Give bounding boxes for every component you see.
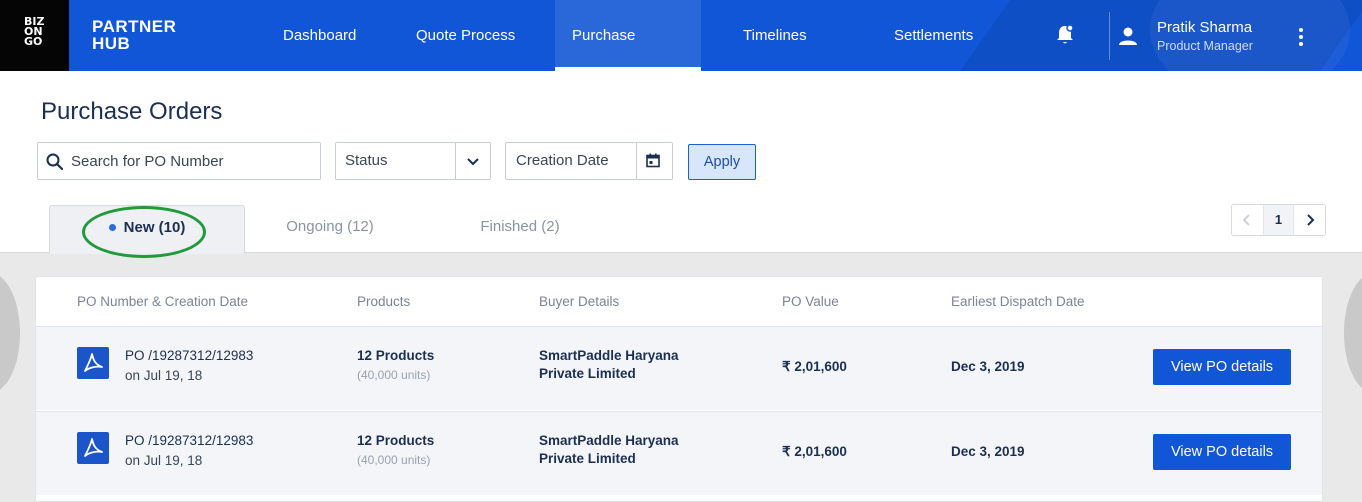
highlight-annotation — [82, 206, 206, 258]
purchase-orders-table: PO Number & Creation Date Products Buyer… — [35, 276, 1323, 502]
left-decoration — [0, 273, 20, 393]
column-header: Buyer Details — [539, 294, 620, 309]
po-search[interactable] — [37, 142, 321, 180]
product-count: 12 Products — [357, 348, 435, 363]
search-icon — [46, 153, 64, 171]
tab-ongoing[interactable]: Ongoing (12) — [262, 205, 398, 253]
top-navbar: BIZ ON GO PARTNER HUB Dashboard Quote Pr… — [0, 0, 1362, 71]
dropdown-separator — [455, 143, 456, 179]
pdf-icon[interactable] — [77, 347, 109, 379]
column-header: Earliest Dispatch Date — [951, 294, 1085, 309]
pdf-icon[interactable] — [77, 432, 109, 464]
nav-purchase-orders[interactable]: Purchase Orders — [555, 0, 701, 71]
column-header: Products — [357, 294, 411, 309]
view-po-details-button[interactable]: View PO details — [1153, 434, 1291, 470]
status-label: Status — [345, 152, 388, 169]
user-name[interactable]: Pratik Sharma — [1157, 19, 1252, 36]
nav-quote-process[interactable]: Quote Process — [399, 0, 532, 71]
status-dropdown[interactable]: Status — [335, 142, 491, 180]
po-creation-date: on Jul 19, 18 — [125, 368, 203, 383]
next-page-button[interactable] — [1295, 205, 1326, 235]
search-input[interactable] — [71, 143, 311, 179]
po-value: ₹ 2,01,600 — [782, 359, 847, 374]
column-header: PO Number & Creation Date — [77, 294, 249, 309]
nav-dashboard[interactable]: Dashboard — [266, 0, 373, 71]
table-row: PO /19287312/12983 on Jul 19, 18 12 Prod… — [36, 326, 1322, 410]
chevron-right-icon — [1307, 214, 1315, 226]
dispatch-date: Dec 3, 2019 — [951, 444, 1025, 459]
buyer-name-line2: Private Limited — [539, 366, 636, 381]
buyer-name: SmartPaddle Haryana — [539, 433, 679, 448]
unit-count: (40,000 units) — [357, 453, 431, 467]
logo-line: GO — [24, 35, 43, 48]
nav-timelines[interactable]: Timelines — [726, 0, 824, 71]
current-page[interactable]: 1 — [1263, 205, 1294, 235]
creation-date-label: Creation Date — [516, 152, 609, 169]
dispatch-date: Dec 3, 2019 — [951, 359, 1025, 374]
tab-finished[interactable]: Finished (2) — [452, 205, 588, 253]
product-count: 12 Products — [357, 433, 435, 448]
column-header: PO Value — [782, 294, 839, 309]
datepicker-separator — [636, 143, 637, 179]
po-number: PO /19287312/12983 — [125, 433, 254, 448]
prev-page-button[interactable] — [1232, 205, 1262, 235]
navbar-divider — [1109, 12, 1110, 60]
brand-line: HUB — [92, 34, 131, 53]
calendar-icon[interactable] — [646, 153, 660, 168]
user-role: Product Manager — [1157, 39, 1253, 53]
apply-button[interactable]: Apply — [688, 144, 756, 180]
right-decoration — [1344, 273, 1362, 393]
user-icon[interactable] — [1118, 26, 1138, 46]
buyer-name: SmartPaddle Haryana — [539, 348, 679, 363]
chevron-left-icon — [1242, 214, 1250, 226]
more-vert-icon[interactable] — [1296, 28, 1306, 48]
chevron-down-icon[interactable] — [465, 154, 481, 170]
table-row: PO /19287312/12983 on Jul 19, 18 12 Prod… — [36, 411, 1322, 495]
bell-icon[interactable] — [1055, 24, 1075, 46]
brand-name: PARTNER HUB — [92, 18, 176, 52]
nav-settlements[interactable]: Settlements — [877, 0, 990, 71]
po-creation-date: on Jul 19, 18 — [125, 453, 203, 468]
po-value: ₹ 2,01,600 — [782, 444, 847, 459]
unit-count: (40,000 units) — [357, 368, 431, 382]
brand-line: PARTNER — [92, 17, 177, 36]
page-title: Purchase Orders — [41, 98, 223, 125]
bizongo-logo[interactable]: BIZ ON GO — [0, 0, 69, 71]
buyer-name-line2: Private Limited — [539, 451, 636, 466]
po-number: PO /19287312/12983 — [125, 348, 254, 363]
pagination: 1 — [1231, 204, 1326, 236]
creation-date-picker[interactable]: Creation Date — [505, 142, 673, 180]
view-po-details-button[interactable]: View PO details — [1153, 349, 1291, 385]
